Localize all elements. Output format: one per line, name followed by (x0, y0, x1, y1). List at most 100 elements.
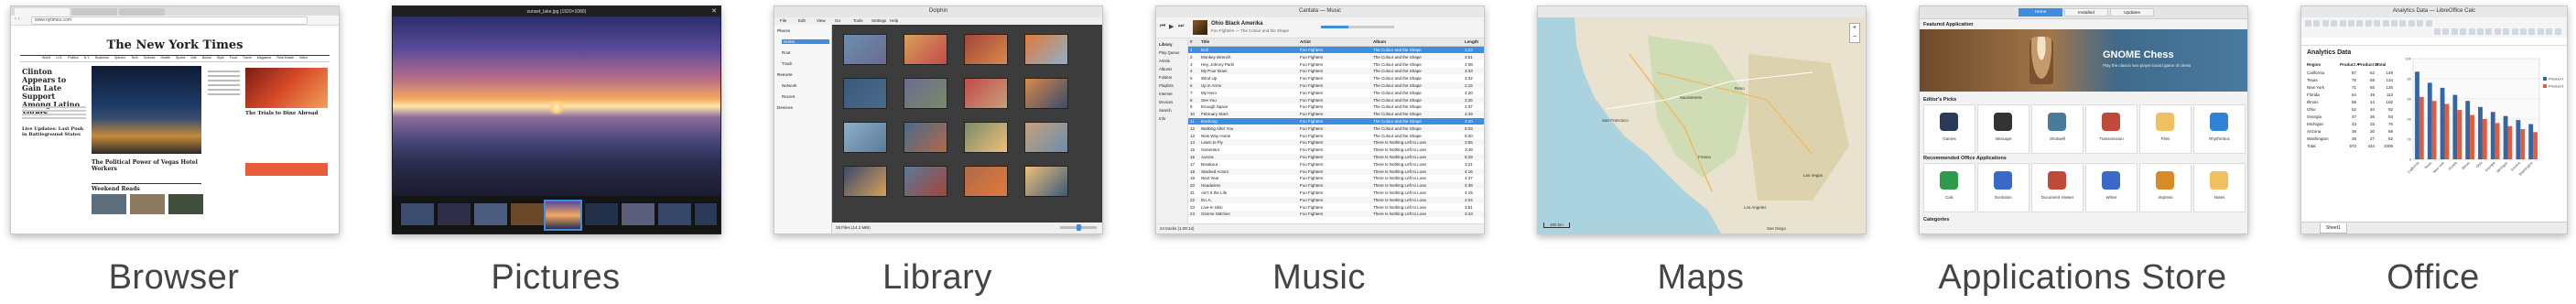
toolbar-icon[interactable] (2374, 20, 2381, 27)
toolbar-icon[interactable] (2434, 28, 2441, 35)
image-thumbnail[interactable] (904, 34, 947, 65)
sidebar-item[interactable]: Root (782, 50, 791, 55)
app-tile[interactable]: Inkscape (1977, 104, 2029, 154)
nav-section[interactable]: Health (161, 56, 170, 60)
music-sidebar-item[interactable]: Search (1159, 108, 1172, 113)
toolbar-icon[interactable] (2494, 28, 2501, 35)
track-row[interactable]: 4 My Poor Brain Foo Fighters The Colour and… (1188, 68, 1484, 75)
close-icon[interactable]: ✕ (711, 7, 717, 15)
app-tile[interactable]: Notes (2193, 163, 2246, 212)
nav-section[interactable]: World (42, 56, 50, 60)
app-tile[interactable]: Transmission (2085, 104, 2138, 154)
app-tile[interactable]: Calc (1923, 163, 1975, 212)
sidebar-item[interactable]: Network (782, 83, 797, 88)
music-sidebar-item[interactable]: Albums (1159, 67, 1172, 71)
dining-photo[interactable] (245, 68, 328, 108)
zoom-slider[interactable] (1060, 224, 1097, 231)
app-tile[interactable]: Document Viewer (2031, 163, 2084, 212)
toolbar-icon[interactable] (2408, 20, 2415, 27)
column-header[interactable]: Product B (2358, 62, 2378, 71)
bar[interactable] (2431, 101, 2437, 159)
nav-section[interactable]: Politics (68, 56, 78, 60)
filmstrip-thumb[interactable] (657, 202, 692, 226)
bar[interactable] (2482, 119, 2487, 159)
store-tab[interactable]: Installed (2064, 8, 2108, 16)
filmstrip-thumb[interactable] (473, 202, 508, 226)
track-row[interactable]: 23 Live-In Skin Foo Fighters There Is Nothi… (1188, 204, 1484, 211)
filmstrip-thumb[interactable] (437, 202, 471, 226)
track-row[interactable]: 9 Enough Space Foo Fighters The Colour and … (1188, 103, 1484, 110)
featured-banner[interactable]: GNOME Chess Play the classic two-player … (1920, 29, 2247, 92)
url-bar[interactable]: www.nytimes.com (31, 16, 308, 25)
track-row[interactable]: 24 Gimme Stitches Foo Fighters There Is Not… (1188, 211, 1484, 218)
toolbar-icon[interactable] (2348, 20, 2354, 27)
store-tab[interactable]: Home (2019, 8, 2062, 16)
image-thumbnail[interactable] (904, 166, 947, 197)
bar[interactable] (2470, 114, 2474, 159)
filmstrip-thumb[interactable] (400, 202, 435, 226)
track-row[interactable]: 19 Next Year Foo Fighters There Is Nothing … (1188, 175, 1484, 181)
toolbar-icon[interactable] (2451, 28, 2458, 35)
track-row[interactable]: 5 Wind Up Foo Fighters The Colour and the S… (1188, 75, 1484, 81)
thumb-photo[interactable] (92, 194, 126, 214)
toolbar-icon[interactable] (2331, 20, 2338, 27)
browser-tab[interactable] (15, 8, 70, 16)
app-tile[interactable]: Shotwell (2031, 104, 2084, 154)
app-tile[interactable]: Games (1923, 104, 1975, 154)
toolbar-icon[interactable] (2546, 28, 2553, 35)
bar-chart[interactable]: 0 20 40 60 80 100 California Texas New York Flori… (2400, 51, 2563, 187)
music-sidebar-item[interactable]: Library (1159, 42, 1173, 47)
menu-item[interactable]: Help (890, 18, 898, 23)
toolbar-icon[interactable] (2477, 28, 2484, 35)
toolbar-icon[interactable] (2485, 28, 2493, 35)
image-thumbnail[interactable] (1024, 166, 1068, 197)
bar[interactable] (2495, 123, 2500, 159)
prev-icon[interactable]: ⏮ (1160, 23, 1165, 30)
track-row[interactable]: 14 Learn to Fly Foo Fighters There Is Nothi… (1188, 139, 1484, 147)
bar[interactable] (2528, 124, 2534, 160)
bar[interactable] (2452, 94, 2458, 159)
bar[interactable] (2457, 110, 2462, 159)
nav-section[interactable]: Tech (131, 56, 138, 60)
track-row[interactable]: 13 New Way Home Foo Fighters The Colour and… (1188, 133, 1484, 139)
nav-section[interactable]: Books (202, 56, 211, 60)
track-row[interactable]: 22 M.I.A. Foo Fighters There Is Nothing Lef… (1188, 196, 1484, 203)
app-tile[interactable]: Rhythmbox (2193, 104, 2246, 154)
track-row[interactable]: 21 Ain't It the Life Foo Fighters There Is … (1188, 190, 1484, 196)
lead-photo[interactable] (92, 66, 201, 154)
image-thumbnail[interactable] (904, 78, 947, 109)
map-place-label[interactable]: Reno (1735, 86, 1745, 91)
nav-section[interactable]: Real Estate (276, 56, 294, 60)
track-row[interactable]: 10 February Stars Foo Fighters The Colour a… (1188, 111, 1484, 118)
sidebar-item[interactable]: Home (782, 39, 829, 44)
menu-item[interactable]: Settings (871, 18, 886, 23)
image-thumbnail[interactable] (1024, 78, 1068, 109)
music-sidebar-item[interactable]: Play Queue (1159, 50, 1179, 55)
bar[interactable] (2427, 82, 2432, 159)
toolbar-icon[interactable] (2468, 28, 2475, 35)
bar[interactable] (2490, 112, 2495, 159)
sheet-cell[interactable]: 434 (2358, 144, 2375, 152)
image-thumbnail[interactable] (964, 122, 1008, 153)
column-header[interactable]: Length (1465, 39, 1478, 44)
thumb-photo[interactable] (168, 194, 203, 214)
track-row[interactable]: 15 Generator Foo Fighters There Is Nothing … (1188, 147, 1484, 153)
menu-item[interactable]: View (817, 18, 826, 23)
toolbar-icon[interactable] (2460, 28, 2467, 35)
nav-section[interactable]: N.Y. (84, 56, 91, 60)
nav-section[interactable]: Arts (190, 56, 196, 60)
music-sidebar-item[interactable]: Playlists (1159, 83, 1174, 88)
image-thumbnail[interactable] (964, 34, 1008, 65)
main-photo[interactable] (393, 16, 720, 196)
nav-section[interactable]: Opinion (114, 56, 125, 60)
toolbar-icon[interactable] (2339, 20, 2346, 27)
zoom-out-icon[interactable]: − (1850, 33, 1859, 42)
sheet-cell[interactable]: 572 (2340, 144, 2356, 152)
sidebar-item[interactable]: Trash (782, 61, 792, 66)
map-place-label[interactable]: Sacramento (1680, 95, 1702, 100)
photo-headline[interactable]: The Political Power of Vegas Hotel Worke… (92, 159, 201, 172)
nav-section[interactable]: Sports (176, 56, 185, 60)
image-thumbnail[interactable] (904, 122, 947, 153)
sheet-tab[interactable]: Sheet1 (2320, 223, 2347, 233)
nav-section[interactable]: Science (144, 56, 156, 60)
